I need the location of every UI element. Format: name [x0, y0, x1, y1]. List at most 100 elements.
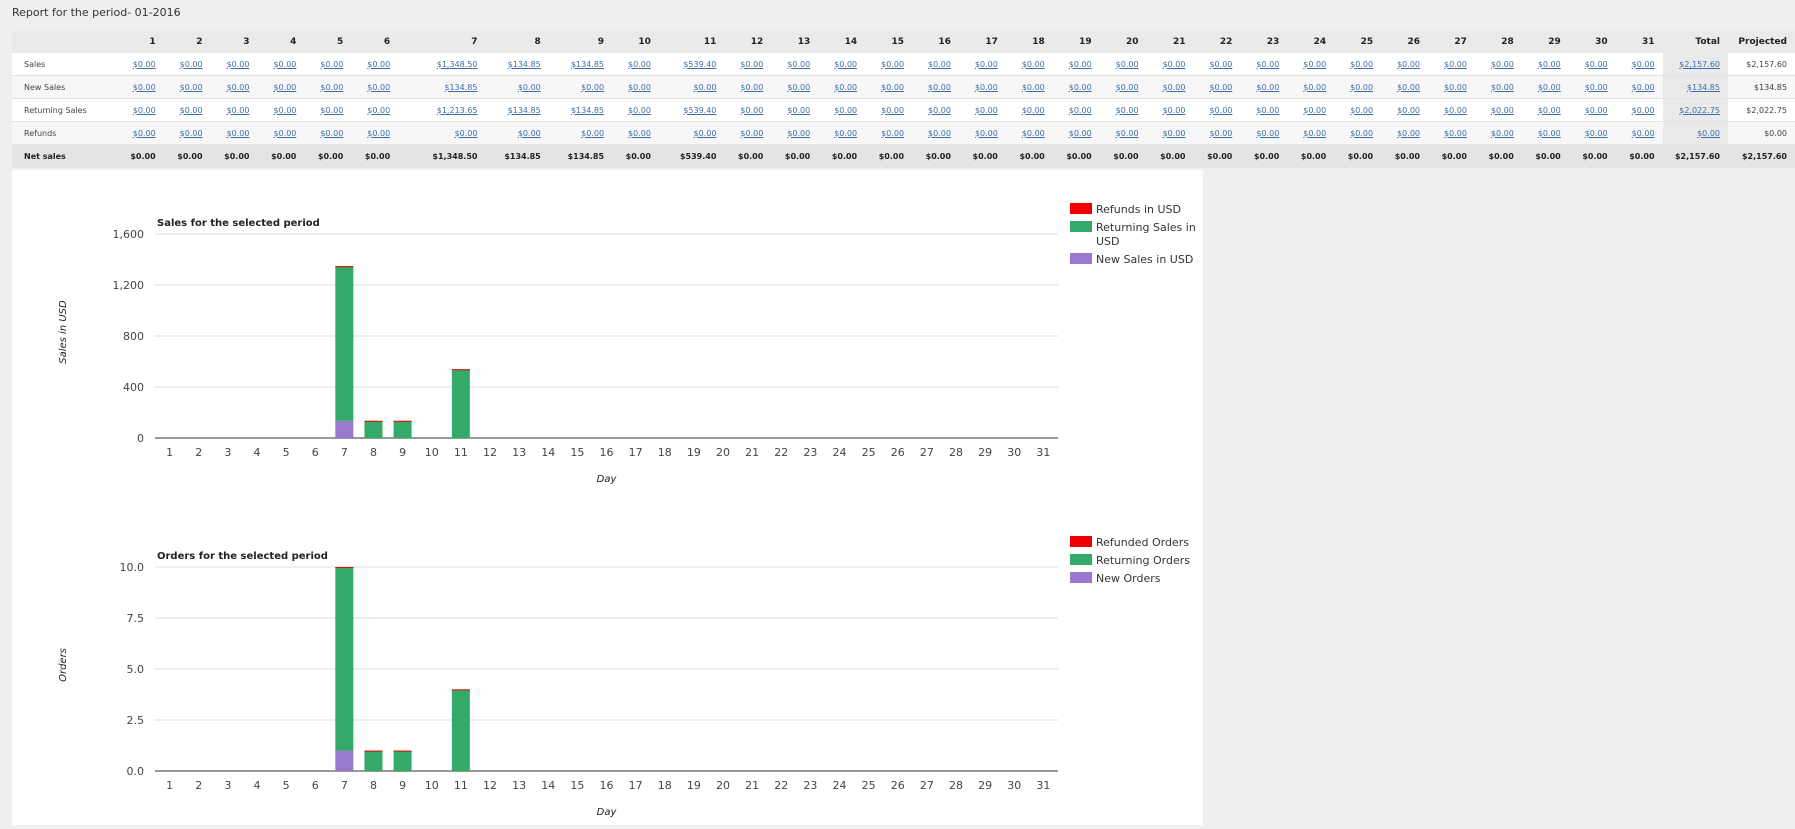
value-link[interactable]: $0.00	[724, 98, 772, 122]
value-link[interactable]: $0.00	[1287, 75, 1335, 99]
value-link[interactable]: $134.85	[398, 75, 486, 99]
value-link[interactable]: $0.00	[485, 75, 549, 99]
value-link[interactable]: $0.00	[1521, 121, 1569, 145]
value-link[interactable]: $0.00	[1146, 53, 1194, 76]
value-link[interactable]: $0.00	[1568, 75, 1616, 99]
value-link[interactable]: $0.00	[304, 53, 352, 76]
value-link[interactable]: $0.00	[771, 53, 819, 76]
value-link[interactable]: $0.00	[1521, 75, 1569, 99]
value-link[interactable]: $0.00	[1615, 53, 1663, 76]
value-link[interactable]: $0.00	[1099, 53, 1147, 76]
value-link[interactable]: $0.00	[163, 53, 211, 76]
value-link[interactable]: $0.00	[1521, 53, 1569, 76]
value-link[interactable]: $0.00	[1005, 53, 1053, 76]
value-link[interactable]: $0.00	[912, 53, 959, 76]
value-link[interactable]: $0.00	[658, 121, 725, 145]
value-link[interactable]: $0.00	[1146, 121, 1194, 145]
value-link[interactable]: $0.00	[818, 75, 866, 99]
value-link[interactable]: $0.00	[912, 98, 959, 122]
value-link[interactable]: $0.00	[1287, 98, 1335, 122]
value-link[interactable]: $0.00	[818, 53, 866, 76]
value-link[interactable]: $0.00	[818, 121, 866, 145]
value-link[interactable]: $0.00	[1193, 75, 1241, 99]
value-link[interactable]: $0.00	[210, 75, 258, 99]
value-link[interactable]: $0.00	[771, 98, 819, 122]
value-link[interactable]: $0.00	[548, 121, 613, 145]
value-link[interactable]: $134.85	[548, 53, 613, 76]
value-link[interactable]: $0.00	[257, 98, 305, 122]
value-link[interactable]: $539.40	[658, 98, 725, 122]
value-link[interactable]: $0.00	[1005, 75, 1053, 99]
value-link[interactable]: $0.00	[958, 53, 1006, 76]
value-link[interactable]: $0.00	[1568, 98, 1616, 122]
value-link[interactable]: $0.00	[257, 121, 305, 145]
value-link[interactable]: $0.00	[116, 121, 164, 145]
value-link[interactable]: $0.00	[351, 75, 399, 99]
value-link[interactable]: $0.00	[771, 75, 819, 99]
value-link[interactable]: $0.00	[1474, 53, 1522, 76]
value-link[interactable]: $0.00	[1334, 121, 1382, 145]
value-link[interactable]: $0.00	[1099, 98, 1147, 122]
value-link[interactable]: $0.00	[210, 121, 258, 145]
total-link[interactable]: $134.85	[1662, 75, 1728, 99]
value-link[interactable]: $0.00	[958, 75, 1006, 99]
value-link[interactable]: $0.00	[1240, 75, 1288, 99]
value-link[interactable]: $134.85	[485, 98, 549, 122]
value-link[interactable]: $0.00	[1052, 53, 1100, 76]
value-link[interactable]: $0.00	[1193, 98, 1241, 122]
value-link[interactable]: $0.00	[1334, 53, 1382, 76]
value-link[interactable]: $0.00	[257, 53, 305, 76]
value-link[interactable]: $0.00	[163, 75, 211, 99]
value-link[interactable]: $539.40	[658, 53, 725, 76]
value-link[interactable]: $0.00	[1474, 121, 1522, 145]
value-link[interactable]: $0.00	[1193, 121, 1241, 145]
value-link[interactable]: $0.00	[724, 53, 772, 76]
value-link[interactable]: $0.00	[304, 75, 352, 99]
value-link[interactable]: $0.00	[658, 75, 725, 99]
value-link[interactable]: $0.00	[398, 121, 486, 145]
value-link[interactable]: $0.00	[1146, 75, 1194, 99]
value-link[interactable]: $0.00	[1146, 98, 1194, 122]
value-link[interactable]: $0.00	[163, 121, 211, 145]
value-link[interactable]: $0.00	[724, 121, 772, 145]
value-link[interactable]: $0.00	[1052, 75, 1100, 99]
value-link[interactable]: $0.00	[351, 98, 399, 122]
value-link[interactable]: $0.00	[485, 121, 549, 145]
value-link[interactable]: $1,213.65	[398, 98, 486, 122]
value-link[interactable]: $0.00	[116, 98, 164, 122]
value-link[interactable]: $0.00	[210, 98, 258, 122]
value-link[interactable]: $0.00	[958, 121, 1006, 145]
value-link[interactable]: $0.00	[1052, 121, 1100, 145]
value-link[interactable]: $0.00	[1005, 121, 1053, 145]
value-link[interactable]: $0.00	[1615, 98, 1663, 122]
value-link[interactable]: $0.00	[865, 53, 913, 76]
value-link[interactable]: $134.85	[548, 98, 613, 122]
value-link[interactable]: $0.00	[1428, 53, 1475, 76]
value-link[interactable]: $0.00	[304, 121, 352, 145]
value-link[interactable]: $0.00	[865, 121, 913, 145]
value-link[interactable]: $0.00	[724, 75, 772, 99]
value-link[interactable]: $0.00	[116, 75, 164, 99]
value-link[interactable]: $0.00	[1052, 98, 1100, 122]
value-link[interactable]: $0.00	[1381, 98, 1428, 122]
value-link[interactable]: $0.00	[116, 53, 164, 76]
value-link[interactable]: $0.00	[1240, 98, 1288, 122]
value-link[interactable]: $0.00	[1428, 121, 1475, 145]
value-link[interactable]: $0.00	[612, 75, 659, 99]
value-link[interactable]: $0.00	[1521, 98, 1569, 122]
value-link[interactable]: $0.00	[865, 75, 913, 99]
value-link[interactable]: $0.00	[818, 98, 866, 122]
value-link[interactable]: $0.00	[1428, 75, 1475, 99]
value-link[interactable]: $0.00	[1474, 75, 1522, 99]
value-link[interactable]: $0.00	[1099, 75, 1147, 99]
value-link[interactable]: $0.00	[612, 53, 659, 76]
value-link[interactable]: $0.00	[1381, 75, 1428, 99]
value-link[interactable]: $0.00	[1474, 98, 1522, 122]
value-link[interactable]: $0.00	[1334, 75, 1382, 99]
value-link[interactable]: $0.00	[351, 121, 399, 145]
value-link[interactable]: $0.00	[771, 121, 819, 145]
value-link[interactable]: $0.00	[163, 98, 211, 122]
value-link[interactable]: $0.00	[1381, 121, 1428, 145]
value-link[interactable]: $0.00	[351, 53, 399, 76]
value-link[interactable]: $134.85	[485, 53, 549, 76]
